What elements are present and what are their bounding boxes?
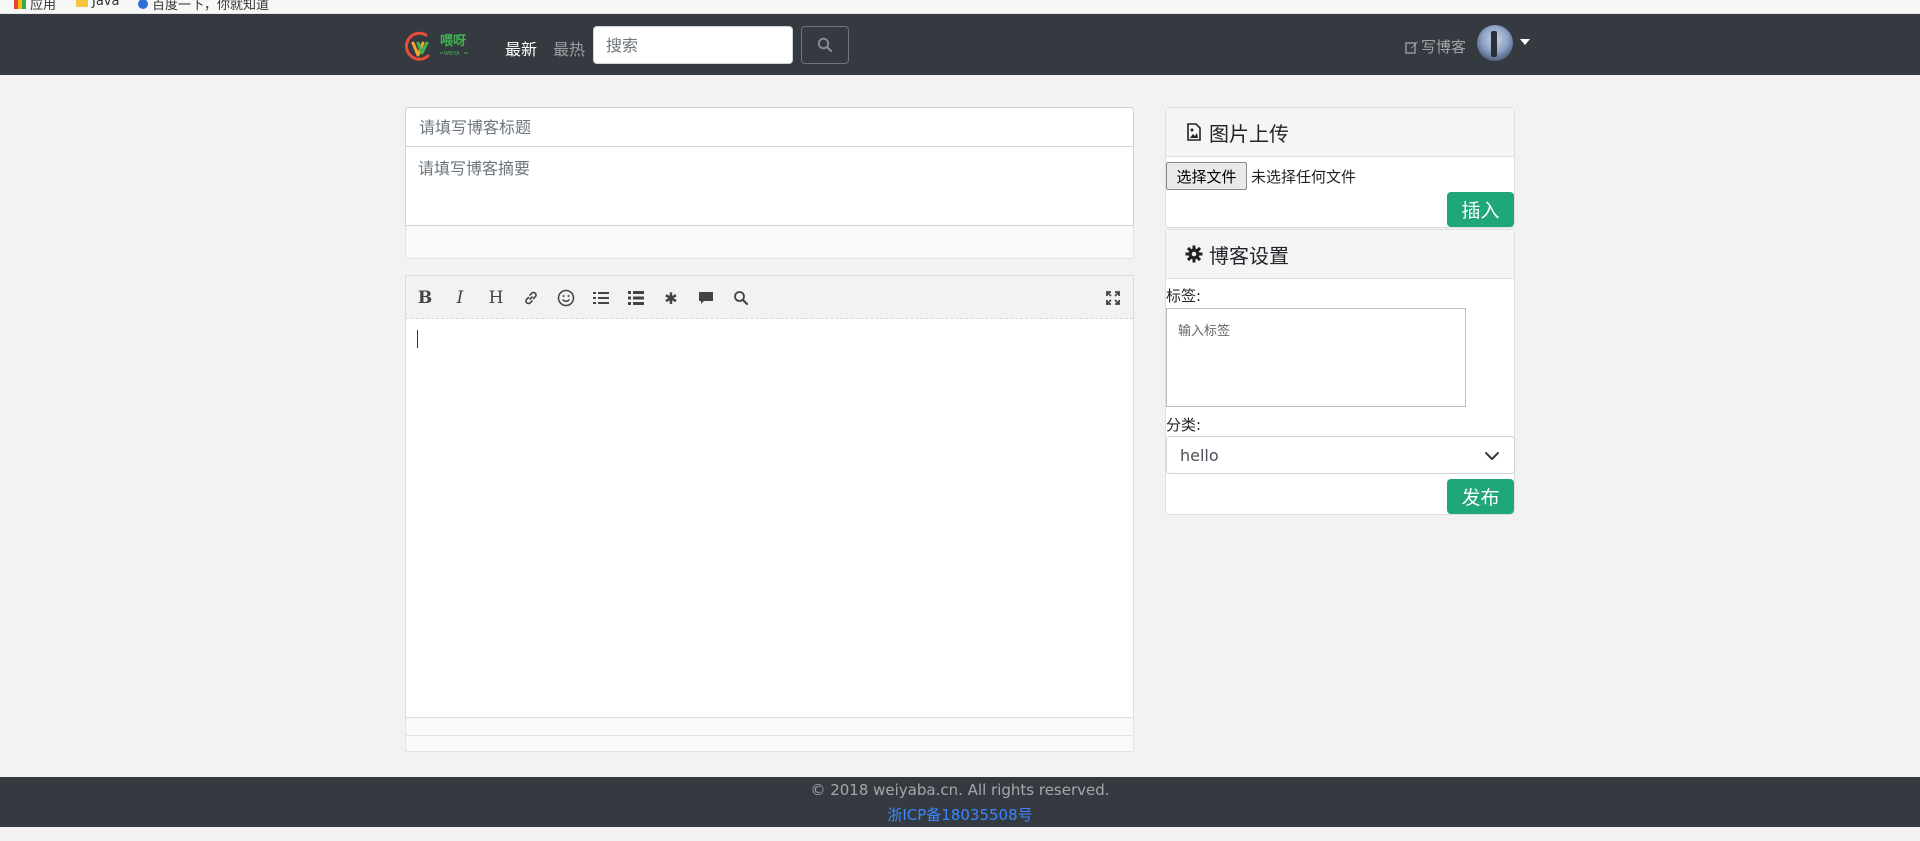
upload-card-header: 图片上传	[1166, 108, 1514, 157]
bookmark-label: Java	[92, 0, 120, 9]
category-select[interactable]: hello	[1166, 436, 1515, 474]
file-status-text: 未选择任何文件	[1251, 168, 1357, 186]
bookmark-label: 百度一下，你就知道	[152, 0, 270, 13]
logo-icon: 喂呀 WEIYA	[404, 31, 468, 61]
search-icon[interactable]	[730, 287, 752, 309]
choose-file-button[interactable]: 选择文件	[1166, 162, 1247, 190]
editor-footer-strip	[405, 718, 1134, 752]
gear-icon	[1185, 245, 1203, 263]
asterisk-icon[interactable]: ✱	[660, 287, 682, 309]
editor-divider	[405, 226, 1134, 259]
bookmark-java[interactable]: Java	[76, 0, 119, 9]
image-file-icon	[1187, 123, 1201, 141]
write-blog-link[interactable]: 写博客	[1405, 36, 1466, 57]
fullscreen-icon[interactable]	[1102, 287, 1124, 309]
tag-input[interactable]	[1166, 308, 1466, 407]
bookmark-baidu[interactable]: 百度一下，你就知道	[138, 0, 269, 13]
settings-card-header: 博客设置	[1166, 230, 1514, 279]
edit-icon	[1405, 41, 1418, 54]
blog-summary-input[interactable]	[405, 146, 1134, 226]
smile-icon[interactable]	[555, 287, 577, 309]
logo-subtext: WEIYA	[444, 51, 460, 57]
bottom-strip	[0, 827, 1920, 841]
nav-latest[interactable]: 最新	[505, 36, 537, 60]
write-blog-label: 写博客	[1421, 38, 1467, 56]
copyright-text: © 2018 weiyaba.cn. All rights reserved.	[810, 781, 1110, 799]
blog-title-input[interactable]	[405, 107, 1134, 147]
settings-card-title: 博客设置	[1209, 243, 1289, 268]
category-label: 分类:	[1166, 416, 1202, 434]
insert-button[interactable]: 插入	[1447, 192, 1514, 227]
editor-content-area[interactable]	[406, 319, 1133, 717]
baidu-icon	[138, 0, 148, 9]
image-upload-card: 图片上传 选择文件 未选择任何文件 插入	[1165, 107, 1515, 228]
italic-icon[interactable]: I	[449, 287, 471, 309]
search-icon	[817, 37, 832, 52]
folder-icon	[76, 0, 88, 7]
bookmark-apps[interactable]: 应用	[14, 0, 56, 13]
chevron-down-icon	[1485, 452, 1499, 460]
list-ul-icon[interactable]	[590, 287, 612, 309]
logo-text: 喂呀	[440, 34, 466, 49]
markdown-editor[interactable]: B I H ✱	[405, 275, 1134, 718]
publish-button[interactable]: 发布	[1447, 479, 1514, 514]
tag-label: 标签:	[1166, 287, 1202, 305]
bold-icon[interactable]: B	[414, 287, 436, 309]
editor-toolbar: B I H ✱	[406, 276, 1133, 319]
heading-icon[interactable]: H	[485, 287, 507, 309]
category-selected-value: hello	[1180, 445, 1219, 465]
user-avatar[interactable]	[1477, 25, 1513, 61]
comment-icon[interactable]	[695, 287, 717, 309]
blog-settings-card: 博客设置 标签: 分类: hello 发布	[1165, 229, 1515, 515]
bookmark-label: 应用	[30, 0, 57, 13]
page-footer: © 2018 weiyaba.cn. All rights reserved. …	[0, 777, 1920, 827]
search-button[interactable]	[801, 26, 849, 64]
site-logo[interactable]: 喂呀 WEIYA	[404, 29, 480, 63]
list-ol-icon[interactable]	[625, 287, 647, 309]
upload-card-title: 图片上传	[1209, 121, 1289, 146]
search-input[interactable]	[593, 26, 793, 64]
bookmarks-bar: 应用 Java 百度一下，你就知道	[0, 0, 1920, 14]
icp-link[interactable]: 浙ICP备18035508号	[0, 804, 1920, 825]
caret-down-icon[interactable]	[1520, 39, 1530, 45]
link-icon[interactable]	[520, 287, 542, 309]
nav-hot[interactable]: 最热	[553, 36, 585, 60]
text-cursor	[417, 330, 418, 348]
top-navbar: 喂呀 WEIYA 最新 最热 写博客	[0, 14, 1920, 75]
apps-grid-icon	[14, 0, 26, 9]
